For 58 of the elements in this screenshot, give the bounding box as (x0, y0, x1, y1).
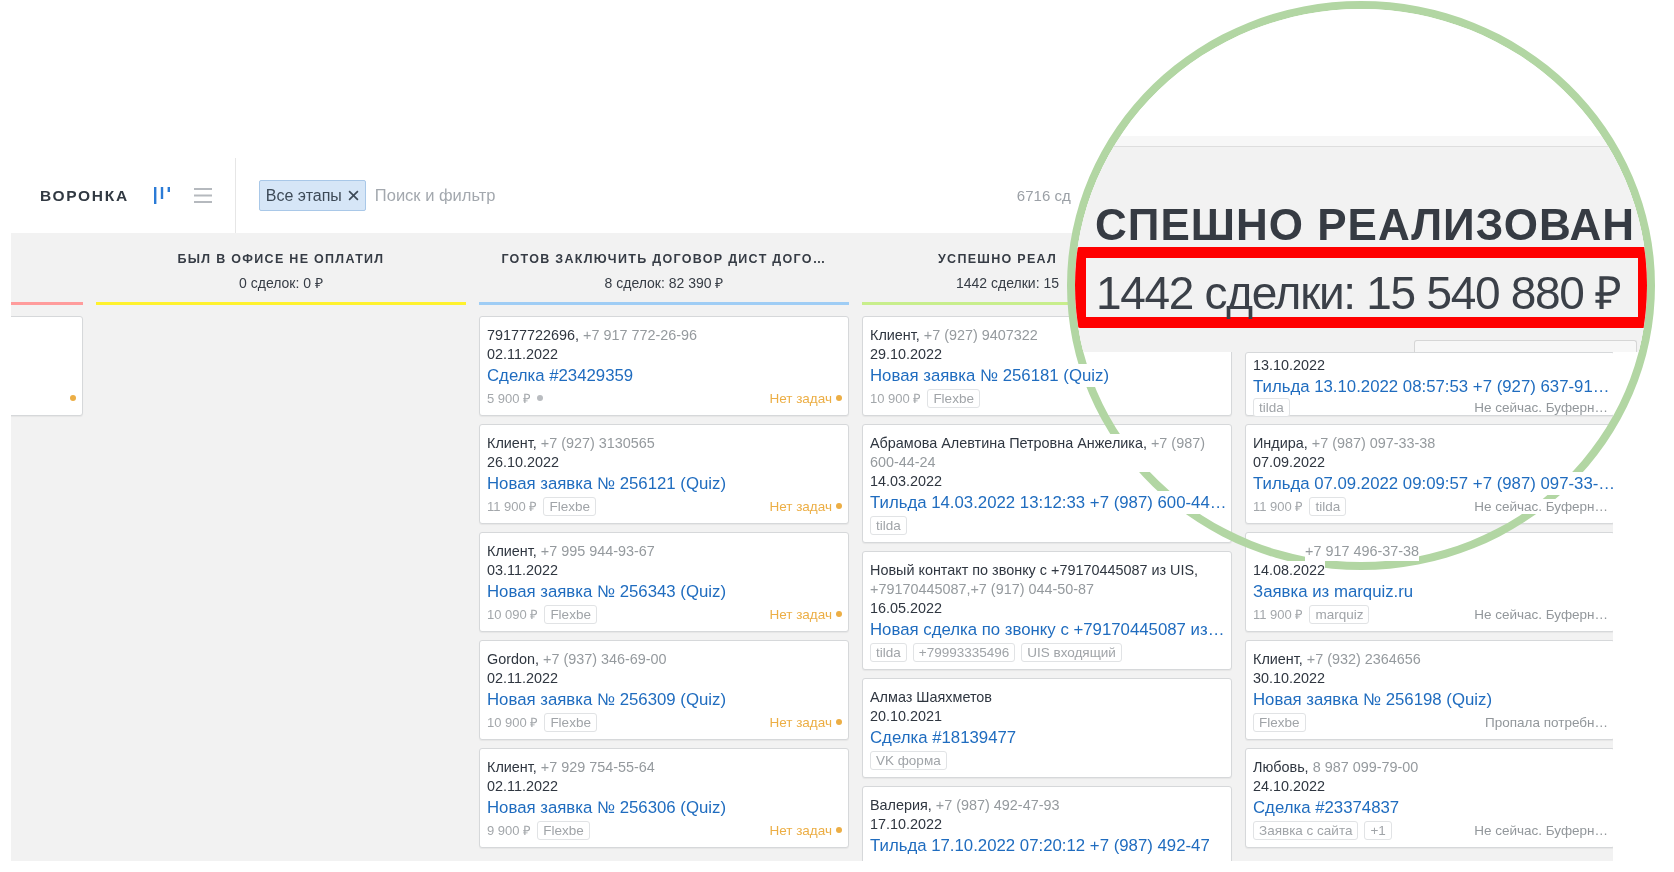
column-title: УСПЕШНО РЕАЛ (938, 251, 1058, 268)
status-dot (836, 503, 842, 509)
status-dot (836, 395, 842, 401)
deal-tag: UIS входящий (1021, 642, 1122, 662)
deal-count: 6716 сд (1016, 187, 1071, 204)
search-field[interactable]: Поиск и фильтр (374, 184, 1011, 207)
columns-icon[interactable] (153, 187, 170, 204)
deal-card[interactable]: Клиент, +7 929 754-55-64 02.11.2022 Новая заявка № 256306 (Quiz) 9 900 ₽ Flexbe Нет задач (479, 748, 849, 848)
deal-card[interactable]: 13.10.2022 Тильда 13.10.2022 08:57:53 +7 (927) 637-91… tilda Не сейчас. Буферн… (1245, 352, 1613, 416)
deal-tag: Flexbe (544, 712, 597, 732)
deal-link[interactable]: Новая заявка № 256181 (Quiz) (870, 364, 1109, 387)
deal-tag: Заявка с сайта (1253, 820, 1359, 840)
column-title: СПЕШНО РЕАЛИЗОВАН (1095, 203, 1636, 247)
deal-tag: tilda (870, 515, 907, 535)
column-title: ГОТОВ ЗАКЛЮЧИТЬ ДОГОВОР ДИСТ ДОГО… (501, 251, 827, 268)
task-status: Пропала потребн… (1485, 714, 1608, 730)
deal-card[interactable]: Валерия, +7 (987) 492-47-93 17.10.2022 Тильда 17.10.2022 07:20:12 +7 (987) 492-47 (862, 786, 1232, 861)
task-status: Не сейчас. Буферн… (1474, 822, 1608, 838)
deal-card[interactable]: Клиент, +7 (932) 2364656 30.10.2022 Новая заявка № 256198 (Quiz) Flexbe Пропала потребн… (1245, 640, 1613, 740)
deal-card[interactable]: Любовь, 8 987 099-79-00 24.10.2022 Сделка #23374837 Заявка с сайта +1 Не сейчас. Буферн… (1245, 748, 1613, 848)
deal-tag: tilda (1253, 398, 1290, 417)
deal-tag: VK форма (870, 750, 947, 770)
deal-link[interactable]: Тильда 14.03.2022 13:12:33 +7 (987) 600-44… (870, 491, 1227, 514)
close-icon[interactable] (347, 190, 359, 201)
deal-card[interactable]: Новый контакт по звонку с +79170445087 из UIS, +79170445087,+7 (917) 044-50-87 16.05.2022 Новая сделка по звонку с +79170445087 из… tilda +79993335496 UIS входящий (862, 551, 1232, 670)
deal-card[interactable]: 79177722696, +7 917 772-26-96 02.11.2022 Сделка #23429359 5 900 ₽ Нет задач (479, 316, 849, 416)
task-status: Не сейчас. Буферн… (1474, 498, 1608, 514)
column-title: БЫЛ В ОФИСЕ НЕ ОПЛАТИЛ (177, 251, 385, 268)
deal-tag: Flexbe (544, 604, 597, 624)
deal-card[interactable]: Алмаз Шаяхметов 20.10.2021 Сделка #18139477 VK форма (862, 678, 1232, 778)
task-status: Не сейчас. Буферн… (1474, 400, 1608, 415)
deal-tag: Flexbe (537, 820, 590, 840)
deal-card[interactable]: Клиент, +7 995 944-93-67 03.11.2022 Новая заявка № 256343 (Quiz) 10 090 ₽ Flexbe Нет задач (479, 532, 849, 632)
pipeline-title: ВОРОНКА (40, 186, 129, 205)
deal-card[interactable]: Gordon, +7 (937) 346-69-00 02.11.2022 Новая заявка № 256309 (Quiz) 10 900 ₽ Flexbe Нет задач (479, 640, 849, 740)
deal-card[interactable]: Абрамова Алевтина Петровна Анжелика, +7 (987) 600-44-24 14.03.2022 Тильда 14.03.2022 13:12:33 +7 (987) 600-44… tilda (862, 424, 1232, 543)
deal-tag: marquiz (1309, 604, 1370, 624)
deal-tag: +79993335496 (912, 642, 1016, 662)
filter-tag[interactable]: Все этапы (258, 180, 366, 211)
deal-card[interactable]: Индира, +7 (987) 097-33-38 07.09.2022 Тильда 07.09.2022 09:09:57 +7 (987) 097-33-… 11 900 ₽ tilda Не сейчас. Буферн… (1245, 424, 1613, 524)
status-dot (836, 827, 842, 833)
deal-tag: tilda (870, 642, 907, 662)
deal-link[interactable]: Тильда 07.09.2022 09:09:57 +7 (987) 097-33-… (1253, 472, 1613, 495)
deal-tag: +1 (1364, 820, 1392, 840)
status-dot (836, 611, 842, 617)
deal-card[interactable]: +7 917 496-37-38 14.08.2022 Заявка из marquiz.ru 11 900 ₽ marquiz Не сейчас. Буферн… (1245, 532, 1613, 632)
column-summary: 0 сделок: 0 ₽ (239, 274, 323, 292)
deal-tag: tilda (1309, 496, 1347, 516)
deal-card[interactable]: Клиент, +7 (927) 3130565 26.10.2022 Новая заявка № 256121 (Quiz) 11 900 ₽ Flexbe Нет задач (479, 424, 849, 524)
task-status: Не сейчас. Буферн… (1474, 606, 1608, 622)
status-dot (836, 719, 842, 725)
column-summary: 1442 сделки: 15 (956, 274, 1059, 292)
deal-tag: Flexbe (1253, 712, 1306, 732)
deal-tag: Flexbe (543, 496, 596, 516)
column-summary: 1442 сделки: 15 540 880 ₽ (1096, 269, 1621, 317)
column-summary: 8 сделок: 82 390 ₽ (604, 274, 724, 292)
deal-tag: Flexbe (927, 388, 980, 408)
status-dot (70, 395, 76, 401)
